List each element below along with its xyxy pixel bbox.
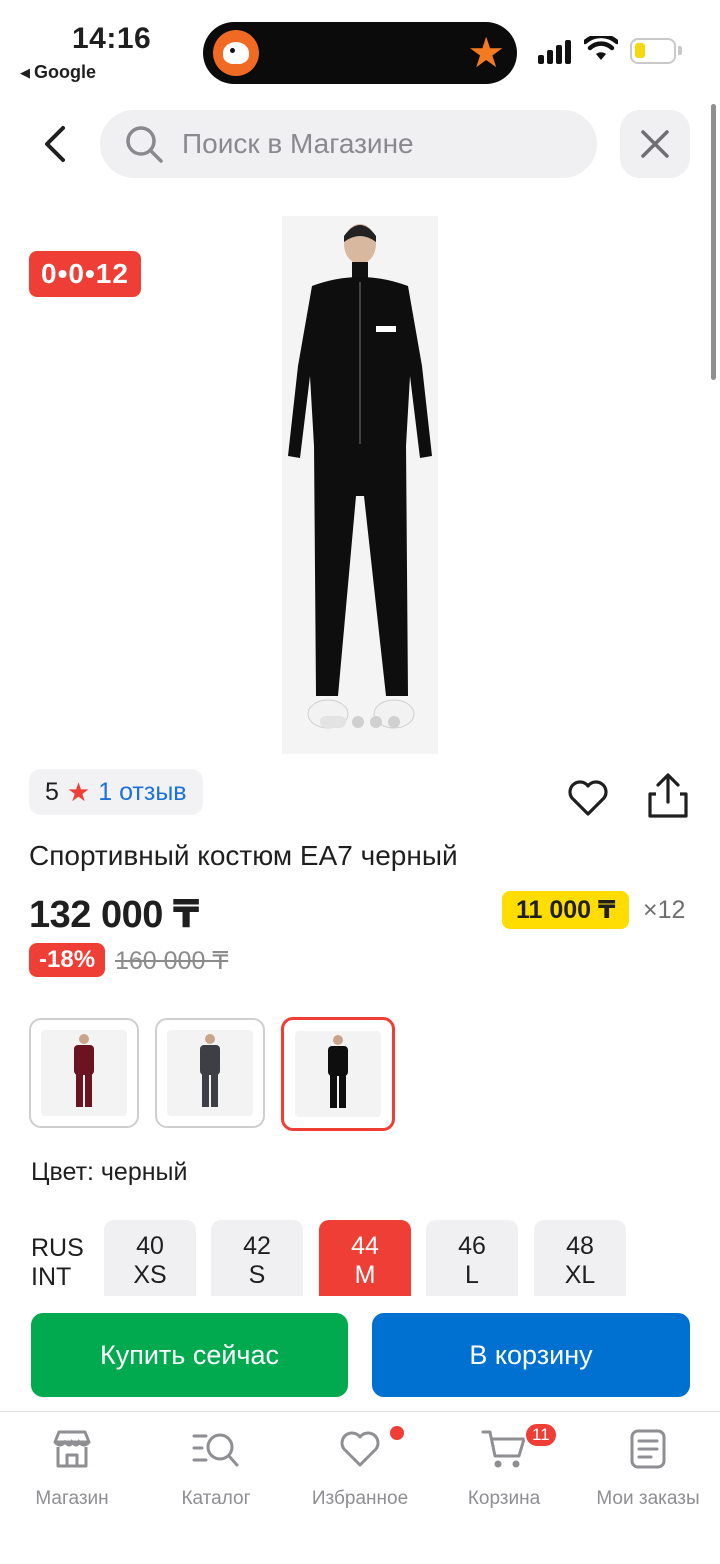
status-time: 14:16	[72, 22, 152, 55]
size-rus: 40	[136, 1232, 164, 1260]
share-icon[interactable]	[646, 772, 690, 820]
product-title: Спортивный костюм EA7 черный	[29, 840, 458, 871]
size-legend: RUS INT	[31, 1234, 84, 1292]
thumbnail-figure-black	[328, 1035, 348, 1108]
color-label: Цвет: черный	[31, 1158, 188, 1186]
tab-catalog[interactable]: Каталог	[144, 1426, 288, 1510]
orders-icon	[630, 1429, 666, 1469]
rating-value: 5	[45, 777, 59, 806]
size-int: L	[465, 1261, 479, 1289]
pagination-dot	[352, 716, 364, 728]
status-bar: 14:16 ◀ Google ★	[0, 0, 720, 96]
product-photo-figure	[288, 224, 432, 729]
rating-reviews-pill[interactable]: 5 ★ 1 отзыв	[29, 769, 203, 815]
scrollbar[interactable]	[711, 104, 716, 380]
installment-months: ×12	[643, 896, 686, 924]
size-option-48[interactable]: 48 XL	[534, 1220, 626, 1296]
chevron-left-icon	[45, 126, 65, 162]
size-int: M	[354, 1261, 376, 1289]
tab-favorites[interactable]: Избранное	[288, 1426, 432, 1510]
size-option-40[interactable]: 40 XS	[104, 1220, 196, 1296]
wifi-icon	[584, 36, 618, 60]
size-rus: 42	[243, 1232, 271, 1260]
tab-label: Магазин	[35, 1488, 109, 1509]
add-to-cart-button[interactable]: В корзину	[372, 1313, 690, 1397]
cellular-signal-icon	[538, 40, 571, 64]
size-option-44[interactable]: 44 M	[319, 1220, 411, 1296]
size-rus: 46	[458, 1232, 486, 1260]
image-pagination	[320, 716, 400, 728]
tab-label: Каталог	[181, 1488, 251, 1509]
pagination-dot	[388, 716, 400, 728]
product-image[interactable]	[282, 216, 438, 754]
rating-star-icon: ★	[66, 776, 91, 807]
size-int: XS	[133, 1261, 167, 1289]
thumbnail-figure-grey	[200, 1034, 220, 1107]
search-placeholder: Поиск в Магазине	[182, 128, 414, 159]
dynamic-island: ★	[203, 22, 517, 84]
back-button[interactable]	[30, 114, 80, 174]
size-rus: 48	[566, 1232, 594, 1260]
pagination-dot	[370, 716, 382, 728]
bottom-tab-bar: Магазин Каталог Избранное 11 Корзина Мои…	[0, 1411, 720, 1564]
tab-cart[interactable]: 11 Корзина	[432, 1422, 576, 1510]
thumbnail-figure-burgundy	[74, 1034, 94, 1107]
discount-badge: -18%	[29, 943, 106, 977]
reviews-link[interactable]: 1 отзыв	[98, 778, 186, 807]
tab-shop[interactable]: Магазин	[0, 1426, 144, 1510]
size-rus: 44	[351, 1232, 379, 1260]
search-icon	[126, 126, 163, 163]
back-to-app-link[interactable]: ◀ Google	[20, 62, 96, 83]
countdown-badge: 0•0•12	[29, 251, 141, 297]
cart-icon	[481, 1430, 526, 1468]
tab-orders[interactable]: Мои заказы	[576, 1426, 720, 1510]
search-input[interactable]: Поиск в Магазине	[100, 110, 597, 178]
product-price: 132 000 ₸	[29, 894, 199, 936]
size-legend-rus: RUS	[31, 1234, 84, 1262]
heart-icon	[340, 1431, 380, 1467]
color-option-grey[interactable]	[155, 1018, 265, 1128]
back-triangle-icon: ◀	[20, 64, 30, 80]
shop-icon	[53, 1430, 91, 1468]
star-icon: ★	[467, 29, 505, 76]
size-option-42[interactable]: 42 S	[211, 1220, 303, 1296]
back-app-label: Google	[34, 62, 96, 82]
app-mascot-icon	[213, 30, 259, 76]
close-icon	[641, 130, 669, 158]
favorite-heart-icon[interactable]	[566, 776, 610, 820]
color-option-black[interactable]	[281, 1017, 395, 1131]
size-option-46[interactable]: 46 L	[426, 1220, 518, 1296]
size-int: S	[248, 1261, 266, 1289]
pagination-dot-active	[320, 716, 346, 728]
buy-now-button[interactable]: Купить сейчас	[31, 1313, 348, 1397]
size-legend-int: INT	[31, 1263, 72, 1291]
cart-count-badge: 11	[524, 1422, 558, 1448]
favorites-notification-dot	[390, 1426, 404, 1440]
tab-label: Мои заказы	[596, 1488, 700, 1509]
installment-badge[interactable]: 11 000 ₸	[502, 891, 630, 929]
tab-label: Корзина	[467, 1488, 541, 1509]
old-price: 160 000 ₸	[115, 947, 229, 975]
size-int: XL	[564, 1261, 596, 1289]
color-option-burgundy[interactable]	[29, 1018, 139, 1128]
tab-label: Избранное	[311, 1488, 409, 1509]
catalog-search-icon	[192, 1433, 239, 1467]
close-button[interactable]	[620, 110, 690, 178]
battery-icon	[630, 38, 682, 64]
